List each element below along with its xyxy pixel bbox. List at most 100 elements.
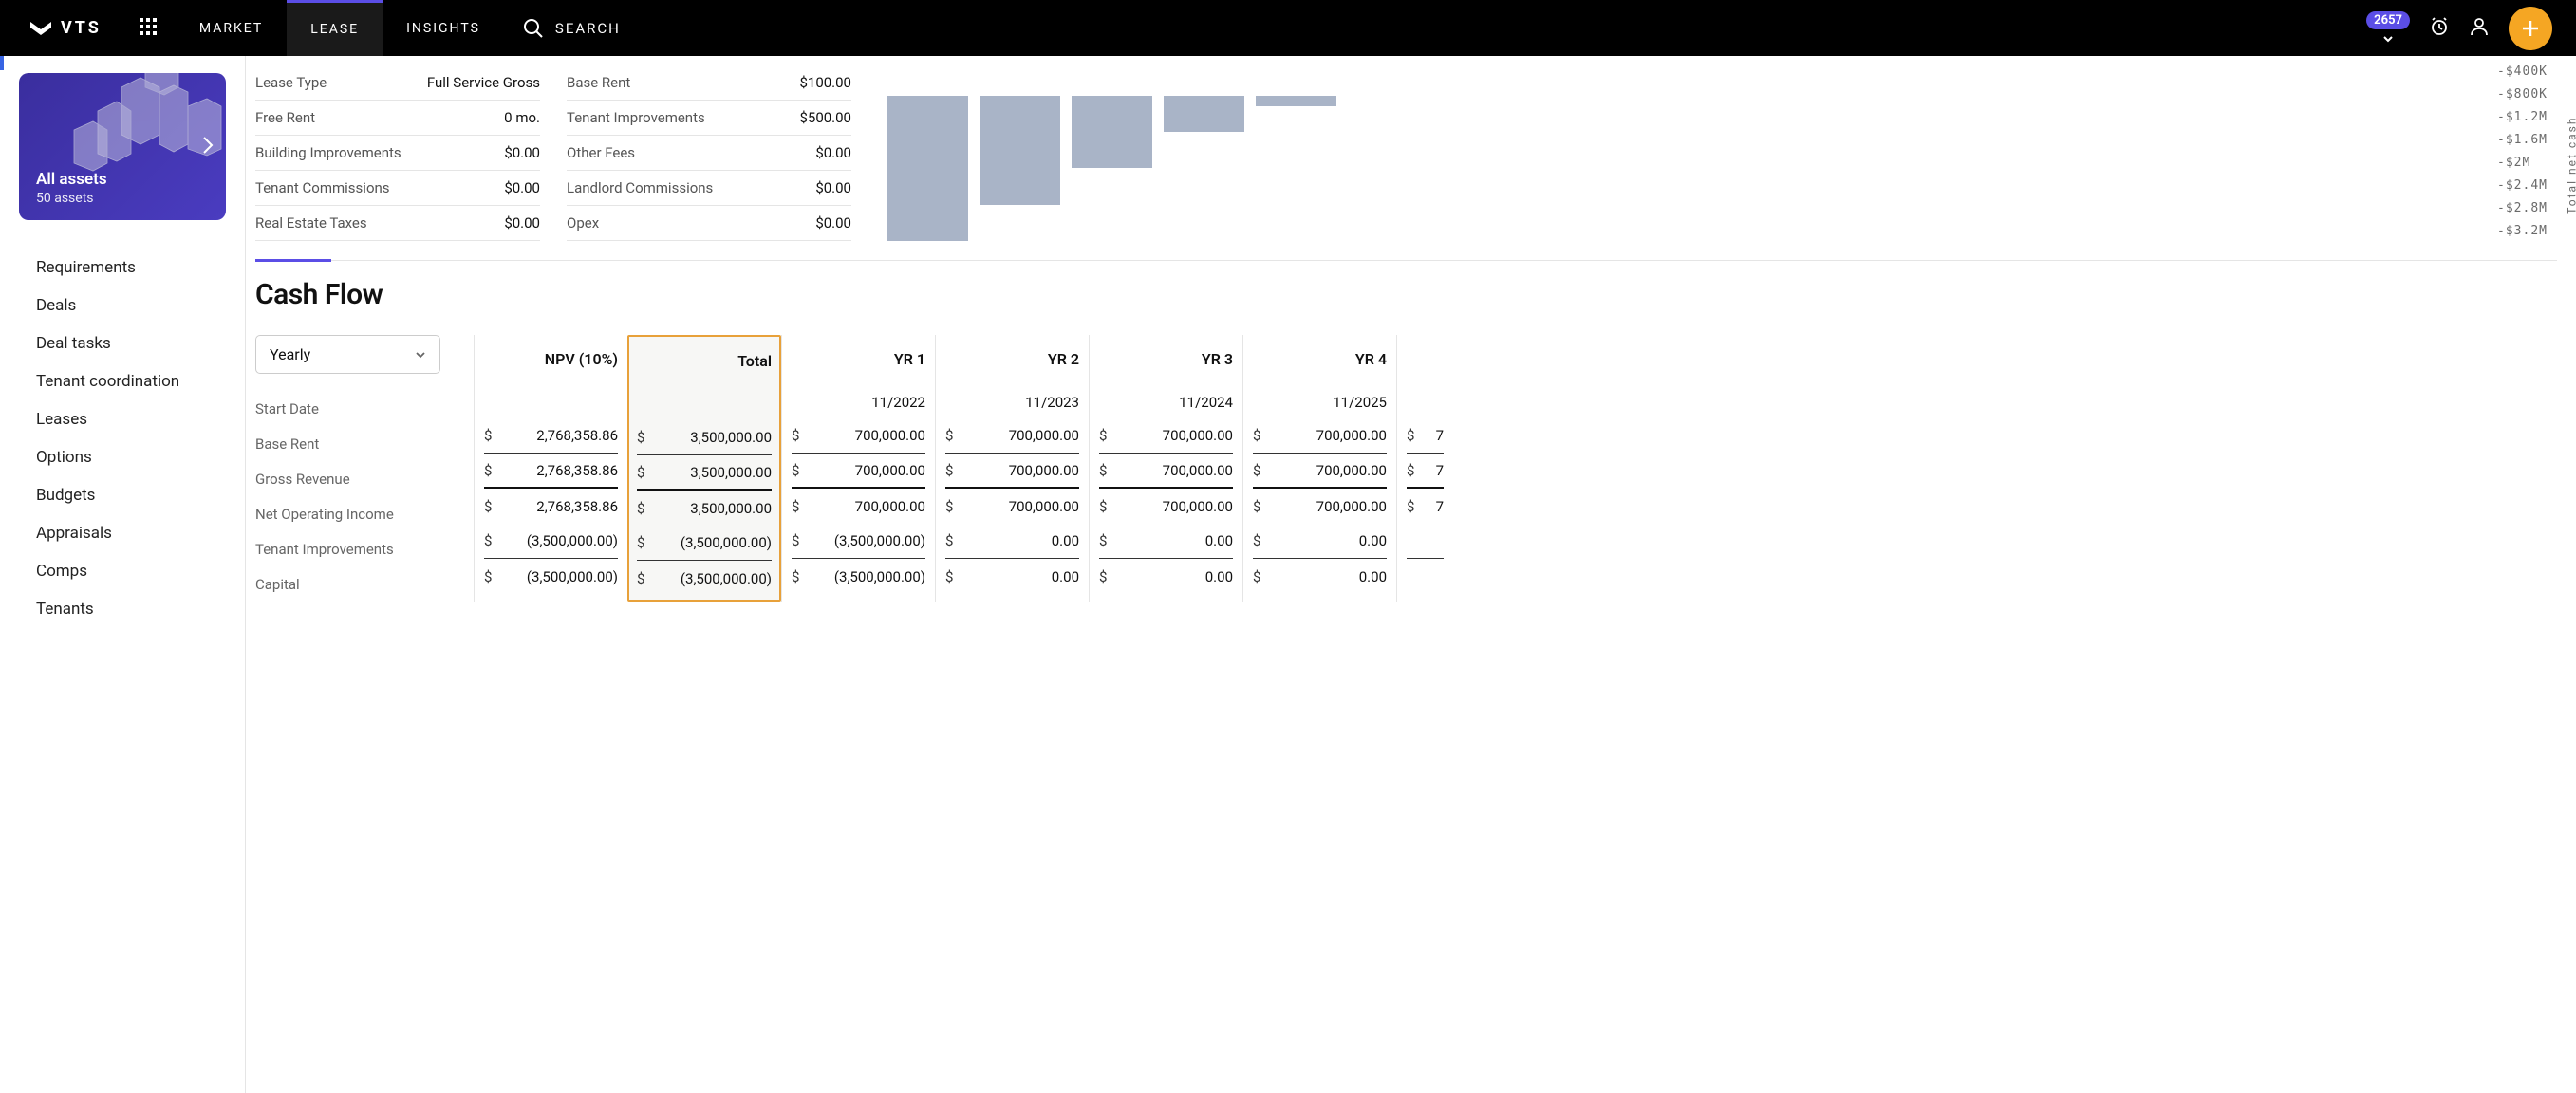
- currency-symbol: $: [1099, 462, 1107, 479]
- nav-lease[interactable]: LEASE: [287, 0, 383, 56]
- cashflow-col-header: YR 1: [792, 335, 925, 388]
- sidebar-item-leases[interactable]: Leases: [0, 400, 245, 438]
- edge-indicator: [0, 56, 4, 70]
- sidebar-item-deals[interactable]: Deals: [0, 287, 245, 324]
- currency-symbol: $: [1407, 462, 1414, 479]
- period-select[interactable]: Yearly: [255, 335, 440, 374]
- sidebar-item-deal-tasks[interactable]: Deal tasks: [0, 324, 245, 362]
- chart-bar: [1164, 96, 1244, 132]
- user-icon[interactable]: [2469, 16, 2490, 41]
- summary-value: Full Service Gross: [427, 74, 540, 91]
- cashflow-value: (3,500,000.00): [681, 570, 772, 587]
- cashflow-cell: $700,000.00: [945, 418, 1079, 454]
- nav-insights[interactable]: INSIGHTS: [383, 0, 504, 56]
- cashflow-value: 700,000.00: [1009, 498, 1079, 515]
- currency-symbol: $: [637, 429, 644, 446]
- summary-label: Lease Type: [255, 74, 327, 91]
- currency-symbol: $: [484, 532, 492, 549]
- summary-row: Free Rent0 mo.: [255, 101, 540, 136]
- cashflow-cell: $3,500,000.00: [637, 420, 772, 455]
- alarm-icon[interactable]: [2429, 16, 2450, 41]
- summary-label: Landlord Commissions: [567, 179, 713, 196]
- cashflow-value: 700,000.00: [855, 462, 925, 479]
- chart-tick: -$800K: [2497, 83, 2548, 106]
- cashflow-cell: $700,000.00: [1253, 489, 1387, 524]
- summary-row: Opex$0.00: [567, 206, 851, 241]
- cashflow-row-label: Net Operating Income: [255, 496, 464, 531]
- currency-symbol: $: [1099, 498, 1107, 515]
- chart-y-axis: -$400K-$800K-$1.2M-$1.6M-$2M-$2.4M-$2.8M…: [2497, 61, 2548, 243]
- currency-symbol: $: [945, 498, 953, 515]
- cashflow-value: 700,000.00: [855, 498, 925, 515]
- cashflow-value: 2,768,358.86: [536, 498, 618, 515]
- sidebar-item-requirements[interactable]: Requirements: [0, 249, 245, 287]
- notification-count-badge: 2657: [2366, 11, 2410, 29]
- sidebar-item-tenant-coordination[interactable]: Tenant coordination: [0, 362, 245, 400]
- cashflow-row-label: Tenant Improvements: [255, 531, 464, 566]
- add-button[interactable]: [2509, 7, 2552, 50]
- cashflow-column: NPV (10%)$2,768,358.86$2,768,358.86$2,76…: [474, 335, 627, 602]
- search-button[interactable]: SEARCH: [504, 18, 640, 39]
- apps-grid-icon[interactable]: [121, 18, 176, 39]
- cashflow-cell: $700,000.00: [1253, 454, 1387, 489]
- cashflow-value: 0.00: [1052, 532, 1079, 549]
- summary-row: Landlord Commissions$0.00: [567, 171, 851, 206]
- summary-row: Other Fees$0.00: [567, 136, 851, 171]
- chevron-down-icon: [415, 349, 426, 361]
- cashflow-value: 700,000.00: [1163, 427, 1233, 444]
- cashflow-cell: $3,500,000.00: [637, 491, 772, 526]
- summary-label: Other Fees: [567, 144, 635, 161]
- summary-label: Real Estate Taxes: [255, 214, 367, 232]
- sidebar-item-appraisals[interactable]: Appraisals: [0, 514, 245, 552]
- cashflow-value: (3,500,000.00): [834, 568, 925, 585]
- currency-symbol: $: [637, 534, 644, 551]
- summary-value: $0.00: [815, 214, 851, 232]
- cashflow-cell: $0.00: [945, 524, 1079, 559]
- currency-symbol: $: [945, 462, 953, 479]
- cashflow-col-header: Total: [637, 337, 772, 390]
- cashflow-value: 700,000.00: [1009, 427, 1079, 444]
- cashflow-col-header: [1407, 335, 1444, 388]
- nav-market[interactable]: MARKET: [176, 0, 287, 56]
- sidebar-item-tenants[interactable]: Tenants: [0, 590, 245, 628]
- cashflow-cell: $700,000.00: [792, 418, 925, 454]
- summary-row: Real Estate Taxes$0.00: [255, 206, 540, 241]
- cashflow-column: YR 211/2023$700,000.00$700,000.00$700,00…: [935, 335, 1089, 602]
- asset-selector-card[interactable]: All assets 50 assets: [19, 73, 226, 220]
- sidebar-item-budgets[interactable]: Budgets: [0, 476, 245, 514]
- cashflow-cell: $2,768,358.86: [484, 489, 618, 524]
- search-label: SEARCH: [555, 20, 621, 37]
- plus-icon: [2519, 17, 2542, 40]
- sidebar-item-options[interactable]: Options: [0, 438, 245, 476]
- cashflow-col-header: YR 2: [945, 335, 1079, 388]
- cashflow-row-label: Capital: [255, 566, 464, 602]
- summary-label: Tenant Commissions: [255, 179, 390, 196]
- cashflow-cell: $0.00: [1253, 559, 1387, 594]
- logo-icon: [28, 20, 53, 37]
- cashflow-cell: $7: [1407, 454, 1444, 489]
- cashflow-table: Yearly Start DateBase RentGross RevenueN…: [255, 335, 2576, 602]
- currency-symbol: $: [1253, 498, 1260, 515]
- cashflow-value: 700,000.00: [855, 427, 925, 444]
- cashflow-cell: [1407, 524, 1444, 559]
- sidebar-item-comps[interactable]: Comps: [0, 552, 245, 590]
- cashflow-cell: $700,000.00: [1253, 418, 1387, 454]
- notifications-button[interactable]: 2657: [2366, 19, 2410, 37]
- currency-symbol: $: [945, 427, 953, 444]
- currency-symbol: $: [1407, 427, 1414, 444]
- currency-symbol: $: [792, 427, 799, 444]
- brand-logo[interactable]: VTS: [0, 18, 121, 38]
- cashflow-cell: $700,000.00: [1099, 454, 1233, 489]
- cashflow-value: 2,768,358.86: [536, 427, 618, 444]
- cashflow-col-header: YR 4: [1253, 335, 1387, 388]
- cashflow-cell: $(3,500,000.00): [484, 559, 618, 594]
- cashflow-cell: $2,768,358.86: [484, 418, 618, 454]
- search-icon: [523, 18, 544, 39]
- cashflow-cell: $ (3,500,000.00): [637, 526, 772, 561]
- cashflow-value: 3,500,000.00: [690, 429, 772, 446]
- cashflow-value: (3,500,000.00): [681, 534, 772, 551]
- cashflow-cell: $(3,500,000.00): [792, 559, 925, 594]
- summary-row: Tenant Commissions$0.00: [255, 171, 540, 206]
- summary-label: Free Rent: [255, 109, 315, 126]
- cashflow-start-date: 11/2022: [792, 388, 925, 418]
